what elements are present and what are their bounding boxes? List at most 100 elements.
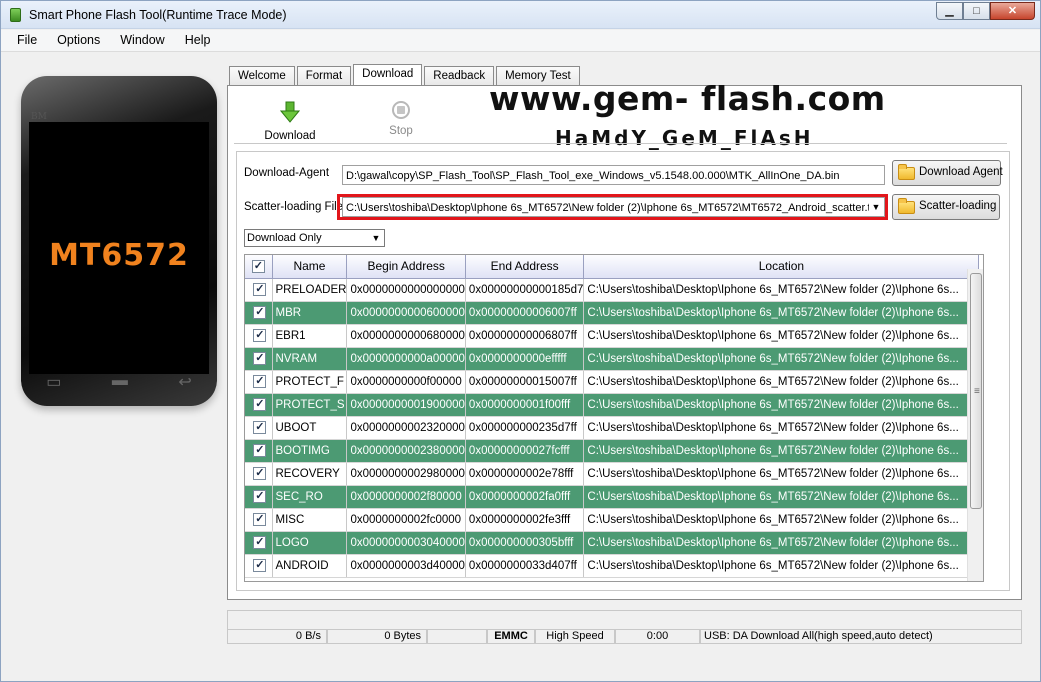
phone-keys: ▭ ▬ ↩ [21,372,217,392]
location[interactable]: C:\Users\toshiba\Desktop\Iphone 6s_MT657… [583,301,980,325]
column-header-begin[interactable]: Begin Address [346,255,466,279]
table-row[interactable]: BOOTIMG0x00000000023800000x00000000027fc… [245,439,980,463]
row-checkbox[interactable] [253,489,267,503]
end-address: 0x000000000305bfff [465,531,585,555]
location[interactable]: C:\Users\toshiba\Desktop\Iphone 6s_MT657… [583,462,980,486]
menu-help[interactable]: Help [175,30,221,51]
row-checkbox[interactable] [253,305,267,319]
stop-button[interactable]: Stop [381,101,421,137]
row-checkbox[interactable] [253,351,267,365]
row-checkbox[interactable] [253,282,267,296]
table-row[interactable]: RECOVERY0x00000000029800000x0000000002e7… [245,462,980,486]
status-time: 0:00 [615,630,700,644]
status-mode: High Speed [535,630,615,644]
chip-label: MT6572 [49,238,189,273]
location[interactable]: C:\Users\toshiba\Desktop\Iphone 6s_MT657… [583,531,980,555]
row-checkbox[interactable] [253,328,267,342]
status-bar: 0 B/s 0 Bytes EMMC High Speed 0:00 USB: … [227,630,1022,646]
end-address: 0x000000000235d7ff [465,416,585,440]
table-row[interactable]: PROTECT_S0x00000000019000000x0000000001f… [245,393,980,417]
tab-readback[interactable]: Readback [424,66,495,86]
table-row[interactable]: LOGO0x00000000030400000x000000000305bfff… [245,531,980,555]
home-key-icon: ▬ [111,372,128,389]
tab-download[interactable]: Download [353,64,423,86]
location[interactable]: C:\Users\toshiba\Desktop\Iphone 6s_MT657… [583,324,980,348]
status-message: USB: DA Download All(high speed,auto det… [700,630,1022,644]
row-checkbox[interactable] [253,512,267,526]
toolbar-separator [234,143,1007,144]
download-button[interactable]: Download [264,101,316,142]
table-row[interactable]: MISC0x0000000002fc00000x0000000002fe3fff… [245,508,980,532]
column-header-location[interactable]: Location [583,255,980,279]
row-checkbox[interactable] [253,443,267,457]
table-row[interactable]: EBR10x00000000006800000x00000000006807ff… [245,324,980,348]
download-agent-path[interactable]: D:\gawal\copy\SP_Flash_Tool\SP_Flash_Too… [342,165,885,185]
menu-bar: File Options Window Help [1,30,1040,52]
menu-options[interactable]: Options [47,30,110,51]
column-header-end[interactable]: End Address [465,255,585,279]
select-all-header[interactable] [245,255,273,279]
table-scrollbar[interactable]: ≡ [967,269,983,581]
scrollbar-thumb[interactable]: ≡ [970,273,982,509]
location[interactable]: C:\Users\toshiba\Desktop\Iphone 6s_MT657… [583,508,980,532]
begin-address: 0x0000000002fc0000 [346,508,466,532]
location[interactable]: C:\Users\toshiba\Desktop\Iphone 6s_MT657… [583,393,980,417]
begin-address: 0x0000000000000000 [346,278,466,302]
begin-address: 0x0000000002380000 [346,439,466,463]
stop-icon [392,101,410,119]
partition-grid: Name Begin Address End Address Location … [245,255,980,578]
phone-image: BM MT6572 ▭ ▬ ↩ [21,76,217,406]
status-bytes: 0 Bytes [327,630,427,644]
row-checkbox[interactable] [253,535,267,549]
row-checkbox[interactable] [253,420,267,434]
partition-name: MBR [272,301,348,325]
minimize-button[interactable]: ▁ [936,2,963,20]
row-checkbox[interactable] [253,397,267,411]
menu-window[interactable]: Window [110,30,174,51]
table-row[interactable]: UBOOT0x00000000023200000x000000000235d7f… [245,416,980,440]
row-checkbox[interactable] [253,558,267,572]
scatter-loading-button-label: Scatter-loading [919,200,997,212]
chevron-down-icon[interactable]: ▼ [369,230,383,246]
partition-name: MISC [272,508,348,532]
download-mode-select[interactable]: Download Only ▼ [244,229,385,247]
begin-address: 0x0000000000f00000 [346,370,466,394]
partition-name: UBOOT [272,416,348,440]
table-row[interactable]: PRELOADER0x00000000000000000x00000000000… [245,278,980,302]
location[interactable]: C:\Users\toshiba\Desktop\Iphone 6s_MT657… [583,416,980,440]
table-row[interactable]: SEC_RO0x0000000002f800000x0000000002fa0f… [245,485,980,509]
table-row[interactable]: ANDROID0x0000000003d400000x0000000033d40… [245,554,980,578]
end-address: 0x00000000006807ff [465,324,585,348]
title-bar[interactable]: Smart Phone Flash Tool(Runtime Trace Mod… [1,1,1040,29]
download-agent-button[interactable]: Download Agent [892,160,1003,186]
watermark-url: www.gem- flash.com [489,79,886,118]
menu-file[interactable]: File [7,30,47,51]
column-header-name[interactable]: Name [272,255,348,279]
table-row[interactable]: MBR0x00000000006000000x00000000006007ffC… [245,301,980,325]
location[interactable]: C:\Users\toshiba\Desktop\Iphone 6s_MT657… [583,485,980,509]
row-checkbox[interactable] [253,374,267,388]
app-icon [10,8,21,22]
location[interactable]: C:\Users\toshiba\Desktop\Iphone 6s_MT657… [583,347,980,371]
end-address: 0x00000000006007ff [465,301,585,325]
table-row[interactable]: PROTECT_F0x0000000000f000000x00000000015… [245,370,980,394]
table-row[interactable]: NVRAM0x0000000000a000000x0000000000effff… [245,347,980,371]
scatter-loading-button[interactable]: Scatter-loading [892,194,1000,220]
maximize-button[interactable]: □ [963,2,990,20]
partition-name: ANDROID [272,554,348,578]
location[interactable]: C:\Users\toshiba\Desktop\Iphone 6s_MT657… [583,439,980,463]
select-all-checkbox[interactable] [251,259,265,273]
location[interactable]: C:\Users\toshiba\Desktop\Iphone 6s_MT657… [583,370,980,394]
row-checkbox[interactable] [253,466,267,480]
tab-format[interactable]: Format [296,66,352,86]
end-address: 0x0000000033d407ff [465,554,585,578]
close-button[interactable]: ✕ [990,2,1035,20]
partition-name: PROTECT_F [272,370,348,394]
highlight-frame [337,194,888,220]
begin-address: 0x0000000001900000 [346,393,466,417]
download-mode-value: Download Only [247,232,322,244]
tab-welcome[interactable]: Welcome [229,66,295,86]
partition-name: PRELOADER [272,278,348,302]
location[interactable]: C:\Users\toshiba\Desktop\Iphone 6s_MT657… [583,554,980,578]
location[interactable]: C:\Users\toshiba\Desktop\Iphone 6s_MT657… [583,278,980,302]
